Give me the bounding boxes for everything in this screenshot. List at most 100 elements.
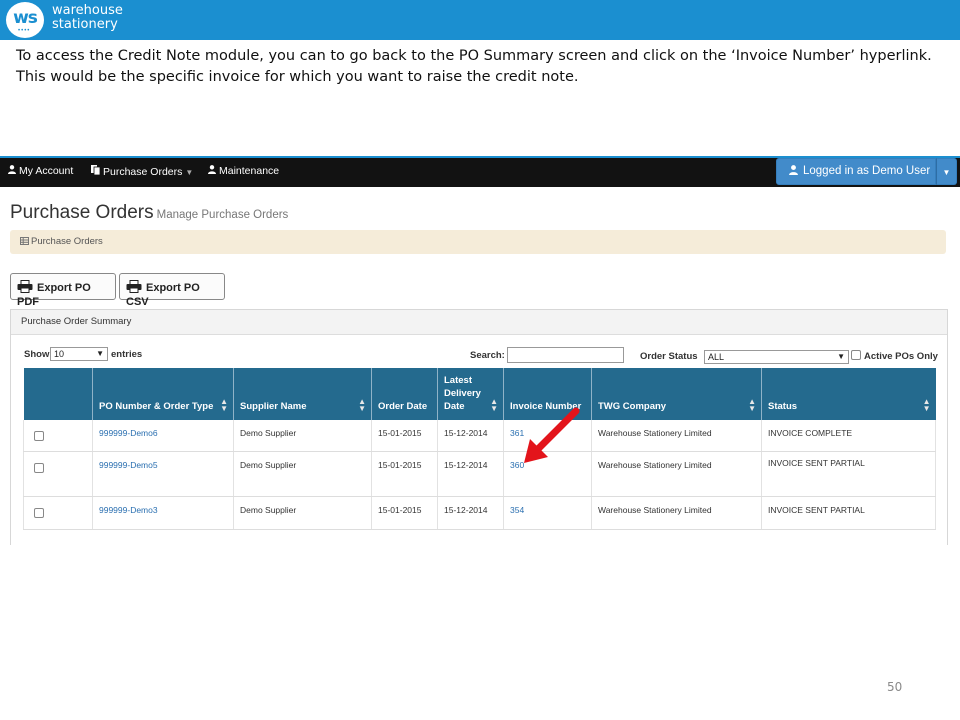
status-cell: INVOICE SENT PARTIAL [761,451,936,497]
order-status-label: Order Status [640,351,698,362]
column-header-supplier-label: Supplier Name [240,401,307,412]
brand-banner: ws •••• warehouse stationery [0,0,960,40]
row-checkbox[interactable] [34,462,44,473]
app-navbar: My Account Purchase Orders ▼ Maintenance … [0,156,960,187]
column-header-select [23,368,93,420]
table-icon [20,237,29,248]
column-header-po-number-label: PO Number & Order Type [99,401,214,412]
column-header-order-date[interactable]: Order Date [371,368,438,420]
company-cell: Warehouse Stationery Limited [591,420,762,452]
entries-value: 10 [54,349,65,359]
order-status-select[interactable]: ALL ▼ [704,350,849,364]
nav-purchase-orders[interactable]: Purchase Orders ▼ [91,165,193,178]
page-subtitle: Manage Purchase Orders [156,209,289,221]
column-header-twg-company[interactable]: TWG Company ▲ ▼ [591,368,762,420]
purchase-order-summary-panel: Purchase Order Summary Show 10 ▼ entries … [10,309,948,545]
sort-icon: ▲ ▼ [748,397,756,413]
table-header-row: PO Number & Order Type ▲ ▼ Supplier Name ▲ ▼… [23,368,936,420]
entries-label: entries [111,349,143,360]
search-input[interactable] [507,347,624,363]
supplier-cell: Demo Supplier [233,420,372,452]
chevron-down-icon: ▼ [942,168,951,177]
instruction-text: To access the Credit Note module, you ca… [16,48,932,85]
sort-icon: ▲ ▼ [220,397,228,413]
table-row: 999999-Demo5 Demo Supplier 15-01-2015 15… [23,451,936,497]
export-po-pdf-button[interactable]: Export PO PDF [10,273,116,308]
brand-name: warehouse stationery [52,4,123,32]
status-cell: INVOICE SENT PARTIAL [761,496,936,530]
chevron-down-icon: ▼ [96,349,104,358]
column-header-delivery-date-label: Latest Delivery Date [444,375,481,412]
column-header-delivery-date[interactable]: Latest Delivery Date ▲ ▼ [437,368,504,420]
company-cell: Warehouse Stationery Limited [591,451,762,497]
breadcrumb: Purchase Orders [10,230,946,254]
ws-logo: ws •••• [6,2,44,38]
show-label: Show [24,349,50,360]
po-number-cell: 999999-Demo6 [92,420,234,452]
order-status-value: ALL [708,352,725,362]
sort-icon: ▲ ▼ [922,397,931,413]
column-header-twg-company-label: TWG Company [598,401,667,412]
column-header-po-number[interactable]: PO Number & Order Type ▲ ▼ [92,368,234,420]
nav-maintenance[interactable]: Maintenance [208,165,279,177]
invoice-number-cell: 354 [503,496,592,530]
row-checkbox[interactable] [34,431,44,441]
sort-icon: ▲ ▼ [358,397,366,413]
supplier-cell: Demo Supplier [233,451,372,497]
export-po-csv-button[interactable]: Export PO CSV [119,273,225,308]
user-icon [208,165,216,177]
search-label: Search: [470,350,505,361]
po-number-link[interactable]: 999999-Demo3 [99,505,158,515]
order-date-cell: 15-01-2015 [371,420,438,452]
order-date-cell: 15-01-2015 [371,451,438,497]
active-pos-checkbox[interactable] [851,350,861,360]
brand-name-line1: warehouse [52,3,123,18]
column-header-order-date-label: Order Date [378,401,428,412]
column-header-status[interactable]: Status ▲ ▼ [761,368,936,420]
supplier-cell: Demo Supplier [233,496,372,530]
po-number-cell: 999999-Demo5 [92,451,234,497]
logo-mark-text: ws [13,8,38,28]
delivery-date-cell: 15-12-2014 [437,496,504,530]
company-cell: Warehouse Stationery Limited [591,496,762,530]
po-number-link[interactable]: 999999-Demo5 [99,460,158,470]
brand-name-line2: stationery [52,17,118,32]
logged-in-user-button[interactable]: Logged in as Demo User [776,158,936,185]
invoice-number-link[interactable]: 354 [510,505,524,515]
printer-icon [17,280,33,296]
table-row: 999999-Demo3 Demo Supplier 15-01-2015 15… [23,496,936,530]
page-title-text: Purchase Orders [10,202,154,223]
status-cell: INVOICE COMPLETE [761,420,936,452]
row-select-cell [23,496,93,530]
printer-icon [126,280,142,296]
row-checkbox[interactable] [34,507,44,518]
page-title: Purchase Orders Manage Purchase Orders [10,202,288,224]
sort-icon: ▲ ▼ [490,397,498,413]
purchase-order-table: PO Number & Order Type ▲ ▼ Supplier Name ▲ ▼… [23,368,936,530]
nav-maintenance-label: Maintenance [219,165,280,177]
panel-title: Purchase Order Summary [11,310,947,335]
nav-purchase-orders-label: Purchase Orders [103,166,183,178]
active-pos-label: Active POs Only [864,351,938,362]
chevron-down-icon: ▼ [837,352,845,361]
user-menu-toggle[interactable]: ▼ [936,158,957,185]
po-number-link[interactable]: 999999-Demo6 [99,428,158,438]
slide-number: 50 [887,680,903,694]
delivery-date-cell: 15-12-2014 [437,420,504,452]
user-icon [789,165,798,178]
order-date-cell: 15-01-2015 [371,496,438,530]
column-header-supplier[interactable]: Supplier Name ▲ ▼ [233,368,372,420]
logged-in-label: Logged in as Demo User [803,165,931,177]
nav-my-account-label: My Account [19,165,74,177]
column-header-status-label: Status [768,401,798,412]
row-select-cell [23,451,93,497]
user-icon [8,165,16,177]
nav-my-account[interactable]: My Account [8,165,73,177]
po-number-cell: 999999-Demo3 [92,496,234,530]
red-arrow-icon [524,407,580,463]
row-select-cell [23,420,93,452]
chevron-down-icon: ▼ [185,168,194,177]
entries-select[interactable]: 10 ▼ [50,347,108,361]
breadcrumb-label: Purchase Orders [31,236,103,247]
delivery-date-cell: 15-12-2014 [437,451,504,497]
